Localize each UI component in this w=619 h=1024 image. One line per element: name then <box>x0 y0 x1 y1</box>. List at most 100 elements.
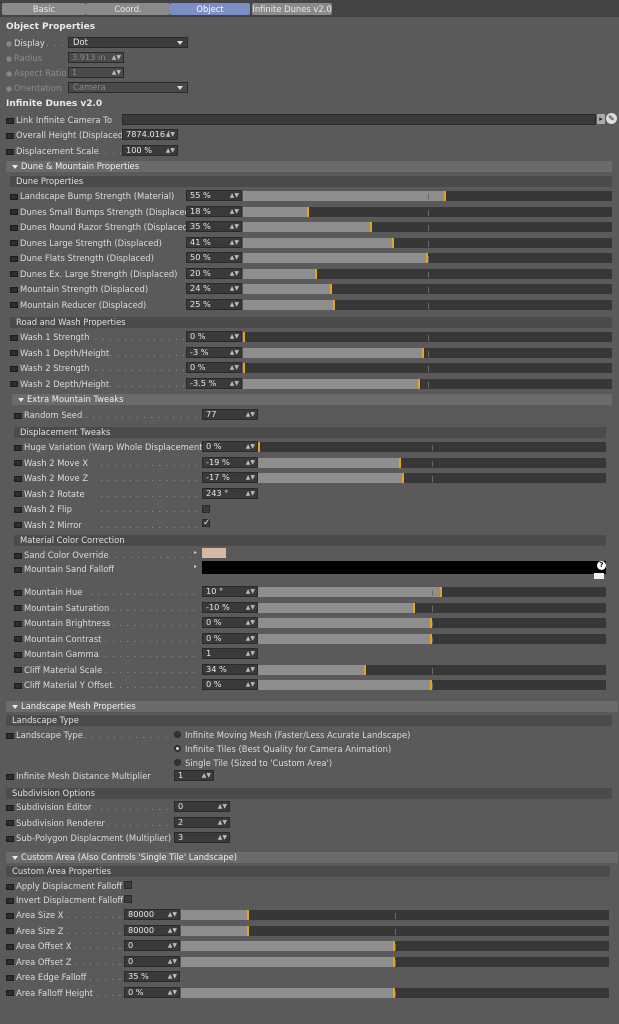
disp-row-field[interactable]: 0 % ▲▼ <box>202 441 258 452</box>
spinner-arrows-icon[interactable]: ▲▼ <box>112 53 121 62</box>
link-arrow-icon[interactable]: ▸ <box>597 114 605 124</box>
keyframe-icon[interactable] <box>6 897 14 904</box>
dune-row-slider[interactable] <box>243 268 612 279</box>
keyframe-icon[interactable] <box>14 566 22 573</box>
spinner-arrows-icon[interactable]: ▲▼ <box>218 818 227 827</box>
mat-row-slider[interactable] <box>258 587 606 597</box>
area-row-field[interactable]: 0 % ▲▼ <box>124 986 180 998</box>
mesh-distance-field[interactable]: 1 ▲▼ <box>174 770 214 781</box>
radius-field[interactable]: 3.913 in ▲▼ <box>68 52 124 63</box>
wash2-flip-checkbox[interactable] <box>202 505 210 513</box>
keyframe-icon[interactable] <box>6 990 14 996</box>
keyframe-icon[interactable] <box>6 117 14 124</box>
keyframe-icon[interactable] <box>10 365 18 372</box>
random-seed-field[interactable]: 77 ▲▼ <box>202 409 258 420</box>
keyframe-icon[interactable] <box>14 651 22 658</box>
keyframe-icon[interactable] <box>14 667 22 673</box>
dune-row-field[interactable]: 25 % ▲▼ <box>186 298 242 310</box>
area-row-slider[interactable] <box>181 925 609 936</box>
keyframe-icon[interactable] <box>6 883 14 890</box>
spinner-arrows-icon[interactable]: ▲▼ <box>246 442 255 451</box>
keyframe-icon[interactable] <box>10 302 18 308</box>
spinner-arrows-icon[interactable]: ▲▼ <box>230 332 239 341</box>
radio-dot-icon[interactable] <box>6 40 12 47</box>
landscape-type-radio-1[interactable] <box>174 745 181 752</box>
disp-row-field[interactable]: -17 % ▲▼ <box>202 472 258 483</box>
mat-row-slider[interactable] <box>258 618 606 628</box>
sand-color-swatch[interactable] <box>202 548 226 558</box>
aspect-ratio-field[interactable]: 1 ▲▼ <box>68 67 124 78</box>
spinner-arrows-icon[interactable]: ▲▼ <box>166 130 175 139</box>
mat-row-field[interactable]: 10 ° ▲▼ <box>202 586 258 597</box>
area-row-field[interactable]: 35 % ▲▼ <box>124 971 180 982</box>
spinner-arrows-icon[interactable]: ▲▼ <box>218 802 227 811</box>
keyframe-icon[interactable] <box>6 773 14 780</box>
keyframe-icon[interactable] <box>10 224 18 231</box>
disp-row-field[interactable]: 243 ° ▲▼ <box>202 487 258 499</box>
dune-row-slider[interactable] <box>243 222 612 232</box>
spinner-arrows-icon[interactable]: ▲▼ <box>230 191 239 200</box>
keyframe-icon[interactable] <box>6 943 14 950</box>
dune-row-slider[interactable] <box>243 237 612 248</box>
expand-arrow-icon[interactable]: ▸ <box>194 549 197 556</box>
spinner-arrows-icon[interactable]: ▲▼ <box>230 269 239 278</box>
keyframe-icon[interactable] <box>10 271 18 277</box>
tab-1[interactable]: Coord. <box>86 3 170 15</box>
keyframe-icon[interactable] <box>14 491 22 497</box>
keyframe-icon[interactable] <box>6 148 14 155</box>
display-dropdown[interactable]: Dot <box>68 37 188 48</box>
spinner-arrows-icon[interactable]: ▲▼ <box>168 926 177 935</box>
keyframe-icon[interactable] <box>6 912 14 919</box>
landscape-type-option-1[interactable]: Infinite Tiles (Best Quality for Camera … <box>185 743 391 755</box>
keyframe-icon[interactable] <box>14 620 22 627</box>
mat-row-field[interactable]: -10 % ▲▼ <box>202 601 258 613</box>
road-row-slider[interactable] <box>243 347 612 358</box>
keyframe-icon[interactable] <box>14 522 22 528</box>
spinner-arrows-icon[interactable]: ▲▼ <box>112 68 121 77</box>
area-row-slider[interactable] <box>181 941 609 951</box>
keyframe-icon[interactable] <box>6 132 14 139</box>
fold-triangle-icon[interactable] <box>18 397 24 402</box>
disp-row-slider[interactable] <box>258 457 606 468</box>
spinner-arrows-icon[interactable]: ▲▼ <box>246 603 255 612</box>
mat-row-field[interactable]: 34 % ▲▼ <box>202 663 258 675</box>
keyframe-icon[interactable] <box>10 286 18 293</box>
keyframe-icon[interactable] <box>6 820 14 826</box>
keyframe-icon[interactable] <box>14 636 22 642</box>
mat-row-slider[interactable] <box>258 680 606 690</box>
pick-object-icon[interactable]: ✎ <box>606 113 617 124</box>
area-row-field[interactable]: 80000 ▲▼ <box>124 924 180 936</box>
radio-dot-icon[interactable] <box>6 85 12 92</box>
dune-row-field[interactable]: 35 % ▲▼ <box>186 221 242 232</box>
area-row-slider[interactable] <box>181 987 609 998</box>
spinner-arrows-icon[interactable]: ▲▼ <box>246 587 255 596</box>
road-row-slider[interactable] <box>243 378 612 389</box>
tab-2[interactable]: Object <box>170 3 250 15</box>
spinner-arrows-icon[interactable]: ▲▼ <box>168 941 177 950</box>
area-row-field[interactable]: 80000 ▲▼ <box>124 909 180 920</box>
fold-triangle-icon[interactable] <box>12 855 18 860</box>
apply-falloff-checkbox[interactable] <box>124 881 132 889</box>
road-row-slider[interactable] <box>243 363 612 373</box>
radio-dot-icon[interactable] <box>6 70 12 77</box>
spinner-arrows-icon[interactable]: ▲▼ <box>230 222 239 231</box>
spinner-arrows-icon[interactable]: ▲▼ <box>230 253 239 262</box>
spinner-arrows-icon[interactable]: ▲▼ <box>166 146 175 155</box>
keyframe-icon[interactable] <box>10 193 18 200</box>
displacement-scale-field[interactable]: 100 % ▲▼ <box>122 145 178 156</box>
mat-row-slider[interactable] <box>258 602 606 613</box>
keyframe-icon[interactable] <box>14 682 22 689</box>
fold-triangle-icon[interactable] <box>12 164 18 169</box>
sand-falloff-gradient[interactable] <box>202 561 606 574</box>
keyframe-icon[interactable] <box>6 928 14 934</box>
keyframe-icon[interactable] <box>10 255 18 262</box>
spinner-arrows-icon[interactable]: ▲▼ <box>246 489 255 498</box>
landscape-type-option-0[interactable]: Infinite Moving Mesh (Faster/Less Acurat… <box>185 729 410 741</box>
keyframe-icon[interactable] <box>10 381 18 387</box>
subdiv-row-field[interactable]: 0 ▲▼ <box>174 801 230 812</box>
spinner-arrows-icon[interactable]: ▲▼ <box>230 284 239 293</box>
tab-0[interactable]: Basic <box>2 3 86 15</box>
spinner-arrows-icon[interactable]: ▲▼ <box>246 618 255 627</box>
spinner-arrows-icon[interactable]: ▲▼ <box>230 238 239 247</box>
help-icon[interactable]: ? <box>597 561 606 570</box>
